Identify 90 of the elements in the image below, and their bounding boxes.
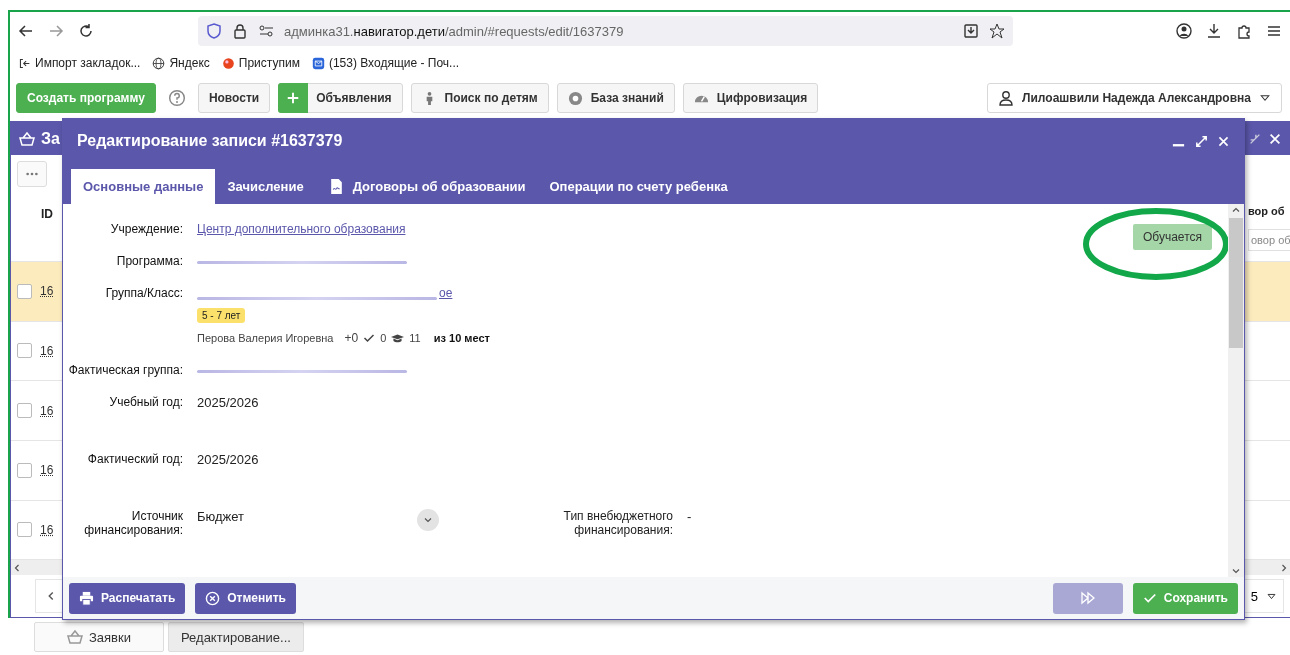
- save-page-icon[interactable]: [963, 23, 979, 39]
- confirmed-count: 0: [380, 332, 387, 344]
- bookmark[interactable]: Импорт закладок...: [18, 56, 141, 70]
- enrolled-count: 11: [409, 332, 421, 344]
- fast-forward-icon: [1079, 590, 1096, 606]
- check-icon: [1142, 591, 1157, 605]
- tab[interactable]: Зачисление: [215, 169, 316, 204]
- star-icon[interactable]: [989, 23, 1005, 39]
- row-checkbox[interactable]: [17, 403, 32, 419]
- printer-icon: [79, 590, 94, 606]
- lock-icon: [232, 23, 248, 39]
- institution-link[interactable]: Центр дополнительного образования: [197, 222, 406, 236]
- row-checkbox[interactable]: [17, 462, 32, 478]
- field-label: Источник финансирования:: [83, 509, 183, 537]
- print-button[interactable]: Распечатать: [69, 582, 186, 614]
- basket-icon: [19, 130, 35, 147]
- row-checkbox[interactable]: [17, 283, 32, 299]
- user-menu[interactable]: Лилоашвили Надежда Александровна: [987, 83, 1282, 113]
- account-icon[interactable]: [1176, 23, 1192, 39]
- permissions-icon: [258, 23, 274, 39]
- row-id: 16: [40, 403, 54, 418]
- field-label: Фактическая группа:: [67, 363, 183, 377]
- column-header: вор об: [1248, 204, 1286, 217]
- plus-icon: [286, 91, 301, 105]
- close-icon[interactable]: [1268, 131, 1282, 146]
- expand-icon[interactable]: [1194, 133, 1209, 149]
- status-badge: Обучается: [1133, 224, 1212, 250]
- url-text: админка31.навигатор.дети/admin/#requests/edit/1637379: [284, 23, 624, 39]
- toolbar-button[interactable]: Объявления: [278, 83, 403, 113]
- bookmark[interactable]: Яндекс: [152, 56, 210, 70]
- taskbar-button[interactable]: Редактирование...: [168, 622, 304, 652]
- dialog-title: Редактирование записи #1637379: [77, 132, 343, 150]
- teacher-name: Перова Валерия Игоревна: [197, 332, 334, 344]
- cancel-button[interactable]: Отменить: [195, 582, 296, 614]
- row-id: 16: [40, 284, 54, 299]
- lifebuoy-icon: [567, 90, 583, 106]
- toolbar-button[interactable]: Новости: [197, 83, 271, 113]
- row-id: 16: [40, 344, 54, 358]
- close-icon[interactable]: [1217, 134, 1230, 148]
- added-count: +0: [344, 331, 359, 345]
- basket-icon: [67, 629, 83, 645]
- field-value: Бюджет: [197, 509, 246, 524]
- row-checkbox[interactable]: [17, 343, 32, 359]
- row-checkbox[interactable]: [17, 522, 32, 538]
- download-icon[interactable]: [1206, 23, 1222, 39]
- toolbar-button[interactable]: База знаний: [556, 83, 675, 113]
- circle-logo-icon: [221, 56, 235, 70]
- field-label: Фактический год:: [86, 452, 183, 467]
- field-label: Группа/Класс:: [104, 286, 183, 302]
- column-header: ID: [41, 205, 53, 223]
- check-icon: [363, 332, 376, 344]
- age-badge: 5 - 7 лет: [197, 308, 246, 323]
- shield-icon: [206, 23, 222, 39]
- window-title: За: [41, 129, 60, 148]
- row-id: 16: [40, 522, 54, 537]
- toolbar-button[interactable]: Поиск по детям: [410, 83, 549, 113]
- field-label: Учебный год:: [108, 395, 183, 410]
- menu-icon[interactable]: [1266, 23, 1282, 39]
- field-value: 2025/2026: [197, 395, 259, 410]
- row-id: 16: [40, 463, 54, 478]
- help-icon: [167, 89, 186, 107]
- field-label: Тип внебюджетного финансирования:: [562, 509, 673, 537]
- tab[interactable]: Договоры об образовании: [315, 169, 538, 204]
- capacity-text: из 10 мест: [433, 332, 490, 344]
- tab[interactable]: Операции по счету ребенка: [537, 169, 740, 204]
- mail-icon: [311, 56, 325, 70]
- dropdown-button[interactable]: [417, 509, 439, 531]
- tab[interactable]: Основные данные: [71, 169, 216, 204]
- back-arrow-icon[interactable]: [18, 23, 34, 39]
- field-value: -: [687, 509, 692, 524]
- address-bar[interactable]: админка31.навигатор.дети/admin/#requests/edit/1637379: [198, 16, 1013, 46]
- import-icon: [18, 56, 31, 70]
- scrollbar-thumb[interactable]: [1229, 218, 1243, 348]
- user-icon: [998, 90, 1015, 106]
- taskbar-button[interactable]: Заявки: [34, 622, 164, 652]
- graduation-cap-icon: [391, 331, 405, 345]
- group-link[interactable]: ое: [439, 286, 453, 300]
- bookmark[interactable]: Приступим: [221, 56, 300, 70]
- bookmark[interactable]: (153) Входящие - Поч...: [311, 56, 460, 70]
- globe-icon: [152, 56, 166, 70]
- field-label: Программа:: [115, 254, 183, 268]
- forward-arrow-icon[interactable]: [48, 23, 64, 39]
- field-value: 2025/2026: [197, 452, 259, 467]
- filter-field[interactable]: овор об: [1248, 228, 1290, 251]
- field-label: Учреждение:: [109, 222, 183, 236]
- cancel-icon: [205, 590, 221, 606]
- toolbar-button[interactable]: Цифровизация: [682, 83, 819, 113]
- extensions-icon[interactable]: [1236, 23, 1252, 39]
- reload-icon[interactable]: [78, 23, 94, 39]
- caret-icon: [1259, 92, 1271, 104]
